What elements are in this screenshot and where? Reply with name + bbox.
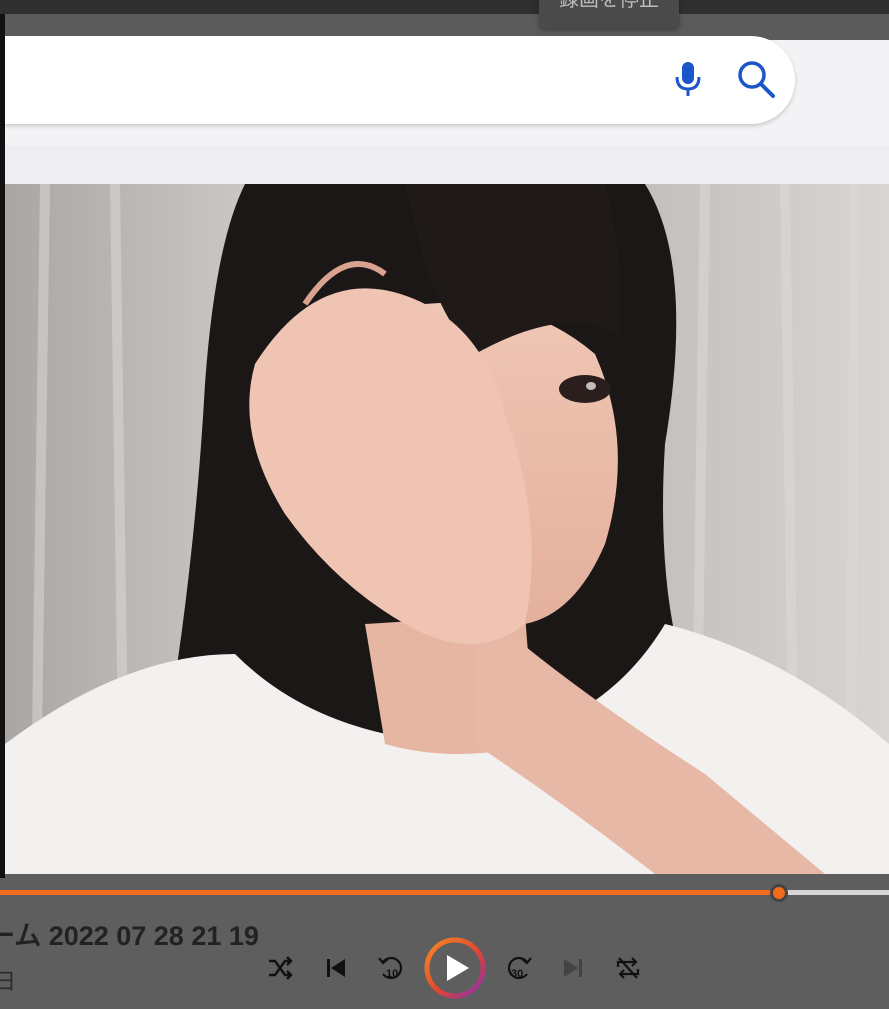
stop-recording-tooltip[interactable]: 録画を停止 bbox=[539, 0, 679, 28]
window-top-bar bbox=[0, 0, 889, 15]
video-frame[interactable] bbox=[5, 184, 889, 874]
repeat-button[interactable] bbox=[614, 954, 642, 982]
shuffle-button[interactable] bbox=[266, 955, 294, 981]
play-icon bbox=[424, 937, 486, 999]
repeat-off-icon bbox=[616, 957, 640, 979]
play-button[interactable] bbox=[423, 936, 487, 1000]
forward-button[interactable]: 30 bbox=[505, 953, 533, 983]
seek-bar[interactable] bbox=[0, 890, 889, 895]
rewind-button[interactable]: 10 bbox=[377, 953, 405, 983]
rewind-seconds: 10 bbox=[386, 968, 398, 980]
skip-next-icon bbox=[564, 959, 582, 977]
previous-button[interactable] bbox=[325, 957, 347, 979]
video-title: ーム 2022 07 28 21 19 bbox=[0, 921, 259, 951]
seek-bar-progress bbox=[0, 890, 779, 895]
forward-seconds: 30 bbox=[511, 968, 523, 980]
page-header-strip bbox=[5, 146, 889, 184]
shuffle-icon bbox=[269, 956, 293, 980]
microphone-icon[interactable] bbox=[672, 60, 704, 98]
seek-bar-thumb[interactable] bbox=[769, 884, 788, 902]
fast-forward-icon: 30 bbox=[507, 956, 532, 980]
skip-previous-icon bbox=[327, 959, 345, 977]
next-button[interactable] bbox=[562, 957, 584, 979]
search-icon[interactable] bbox=[735, 58, 777, 100]
rewind-icon: 10 bbox=[378, 956, 403, 980]
video-date: 日 bbox=[0, 969, 17, 994]
